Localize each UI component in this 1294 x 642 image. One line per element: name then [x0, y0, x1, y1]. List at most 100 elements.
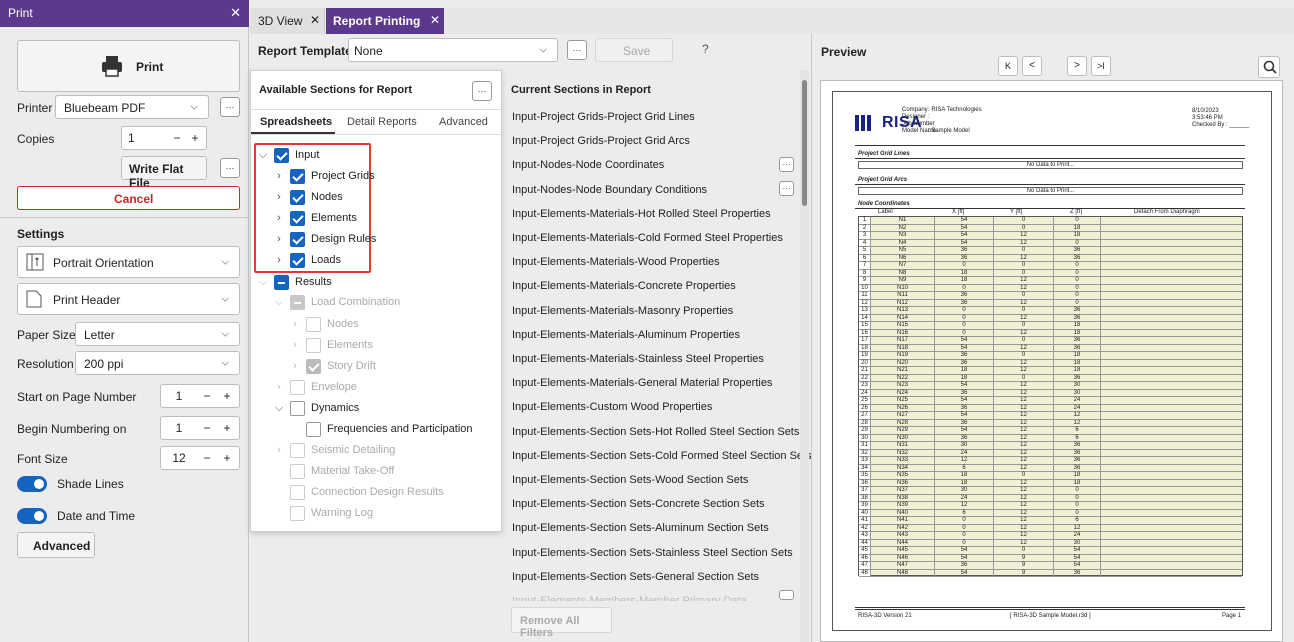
checkbox[interactable]: [274, 274, 289, 290]
chevron-right-icon[interactable]: ›: [288, 318, 302, 330]
chevron-down-icon[interactable]: ⌵: [256, 149, 270, 162]
chevron-right-icon[interactable]: ›: [288, 339, 302, 351]
chevron-down-icon[interactable]: ⌵: [256, 276, 270, 289]
chevron-right-icon[interactable]: ›: [272, 191, 286, 203]
checkbox[interactable]: [290, 252, 305, 268]
tab-3d-view[interactable]: 3D View ✕: [250, 8, 325, 34]
write-flat-file-button[interactable]: Write Flat File: [121, 156, 207, 190]
current-section-item[interactable]: Input-Elements-Materials-Wood Properties: [512, 256, 720, 268]
cancel-button[interactable]: Cancel: [17, 186, 240, 210]
print-button[interactable]: Print: [17, 40, 240, 92]
chevron-down-icon[interactable]: ⌵: [272, 402, 286, 415]
section-options-button[interactable]: [779, 590, 794, 600]
chevron-right-icon[interactable]: ›: [272, 254, 286, 266]
first-page-button[interactable]: K: [998, 56, 1018, 76]
chevron-right-icon[interactable]: ›: [288, 360, 302, 372]
close-icon[interactable]: ✕: [430, 13, 440, 27]
tree-item-results-nodes[interactable]: › Nodes: [288, 314, 359, 334]
toggle-switch[interactable]: [17, 508, 47, 524]
checkbox[interactable]: [290, 484, 305, 500]
current-section-item[interactable]: Input-Elements-Materials-Hot Rolled Stee…: [512, 208, 771, 220]
tree-item-load-combination[interactable]: ⌵ Load Combination: [272, 292, 400, 312]
last-page-button[interactable]: >I: [1091, 56, 1111, 76]
tree-item-input[interactable]: ⌵ Input: [256, 145, 319, 165]
checkbox[interactable]: [290, 505, 305, 521]
tab-spreadsheets[interactable]: Spreadsheets: [260, 116, 332, 128]
checkbox[interactable]: [290, 400, 305, 416]
checkbox[interactable]: [290, 231, 305, 247]
tree-item-envelope[interactable]: › Envelope: [272, 377, 357, 397]
start-page-increment[interactable]: +: [217, 389, 237, 403]
close-icon[interactable]: ✕: [230, 5, 241, 21]
checkbox[interactable]: [290, 168, 305, 184]
copies-increment[interactable]: +: [186, 131, 204, 145]
section-options-button[interactable]: ···: [779, 157, 794, 172]
font-size-decrement[interactable]: −: [197, 451, 217, 465]
checkbox[interactable]: [306, 337, 321, 353]
current-section-item[interactable]: Input-Elements-Section Sets-Aluminum Sec…: [512, 522, 769, 534]
templates-options-button[interactable]: ···: [567, 40, 587, 60]
flat-file-options-button[interactable]: ···: [220, 158, 240, 178]
tree-item-seismic-detailing[interactable]: › Seismic Detailing: [272, 440, 395, 460]
chevron-right-icon[interactable]: ›: [272, 381, 286, 393]
close-icon[interactable]: ✕: [310, 13, 320, 27]
current-section-item[interactable]: Input-Elements-Section Sets-Wood Section…: [512, 474, 748, 486]
advanced-button[interactable]: Advanced: [17, 532, 95, 558]
checkbox[interactable]: [290, 379, 305, 395]
help-icon[interactable]: ?: [702, 42, 709, 56]
checkbox[interactable]: [290, 210, 305, 226]
current-section-item[interactable]: Input-Elements-Materials-Masonry Propert…: [512, 305, 733, 317]
available-options-button[interactable]: ···: [472, 81, 492, 101]
tab-advanced[interactable]: Advanced: [439, 116, 488, 128]
checkbox[interactable]: [290, 442, 305, 458]
toggle-switch[interactable]: [17, 476, 47, 492]
start-page-stepper[interactable]: 1 − +: [160, 384, 240, 408]
checkbox[interactable]: [290, 294, 305, 310]
shade-lines-toggle[interactable]: Shade Lines: [17, 475, 124, 493]
tree-item-results[interactable]: ⌵ Results: [256, 272, 332, 292]
current-section-item[interactable]: Input-Elements-Materials-Concrete Proper…: [512, 280, 736, 292]
tree-item-story-drift[interactable]: › Story Drift: [288, 356, 376, 376]
printer-select[interactable]: Bluebeam PDF ⌵: [55, 95, 209, 119]
tree-item-material-takeoff[interactable]: Material Take-Off: [272, 461, 394, 481]
current-section-item[interactable]: Input-Elements-Materials-Aluminum Proper…: [512, 329, 740, 341]
orientation-select[interactable]: Portrait Orientation ⌵: [17, 246, 240, 278]
chevron-down-icon[interactable]: ⌵: [272, 296, 286, 309]
save-button[interactable]: Save: [595, 38, 673, 62]
current-section-item[interactable]: Input-Elements-Custom Wood Properties: [512, 401, 712, 413]
start-page-decrement[interactable]: −: [197, 389, 217, 403]
copies-stepper[interactable]: 1 − +: [121, 126, 207, 150]
tree-item-frequencies[interactable]: Frequencies and Participation: [288, 419, 473, 439]
zoom-button[interactable]: [1258, 56, 1280, 78]
current-section-item[interactable]: Input-Nodes-Node Coordinates: [512, 159, 664, 171]
font-size-stepper[interactable]: 12 − +: [160, 446, 240, 470]
resolution-select[interactable]: 200 ppi ⌵: [75, 351, 240, 375]
tree-item-dynamics[interactable]: ⌵ Dynamics: [272, 398, 359, 418]
checkbox[interactable]: [306, 358, 321, 374]
prev-page-button[interactable]: <: [1022, 56, 1042, 76]
begin-numbering-increment[interactable]: +: [217, 421, 237, 435]
checkbox[interactable]: [306, 316, 321, 332]
tree-item-warning-log[interactable]: Warning Log: [272, 503, 373, 523]
chevron-right-icon[interactable]: ›: [272, 212, 286, 224]
current-section-item[interactable]: Input-Elements-Materials-Cold Formed Ste…: [512, 232, 783, 244]
tab-detail-reports[interactable]: Detail Reports: [347, 116, 417, 128]
remove-all-filters-button[interactable]: Remove All Filters: [511, 607, 612, 639]
current-section-item[interactable]: Input-Elements-Section Sets-Cold Formed …: [512, 450, 812, 462]
current-section-item[interactable]: Input-Nodes-Node Boundary Conditions: [512, 184, 707, 196]
begin-numbering-stepper[interactable]: 1 − +: [160, 416, 240, 440]
tree-item-loads[interactable]: › Loads: [272, 250, 341, 270]
checkbox[interactable]: [306, 421, 321, 437]
current-section-item[interactable]: Input-Project Grids-Project Grid Arcs: [512, 135, 690, 147]
scrollbar-thumb[interactable]: [802, 80, 807, 206]
date-time-toggle[interactable]: Date and Time: [17, 507, 135, 525]
paper-size-select[interactable]: Letter ⌵: [75, 322, 240, 346]
current-section-item[interactable]: Input-Elements-Section Sets-Concrete Sec…: [512, 498, 765, 510]
chevron-right-icon[interactable]: ›: [272, 170, 286, 182]
tree-item-design-rules[interactable]: › Design Rules: [272, 229, 376, 249]
copies-decrement[interactable]: −: [168, 131, 186, 145]
checkbox[interactable]: [274, 147, 289, 163]
checkbox[interactable]: [290, 189, 305, 205]
next-page-button[interactable]: >: [1067, 56, 1087, 76]
chevron-right-icon[interactable]: ›: [272, 233, 286, 245]
